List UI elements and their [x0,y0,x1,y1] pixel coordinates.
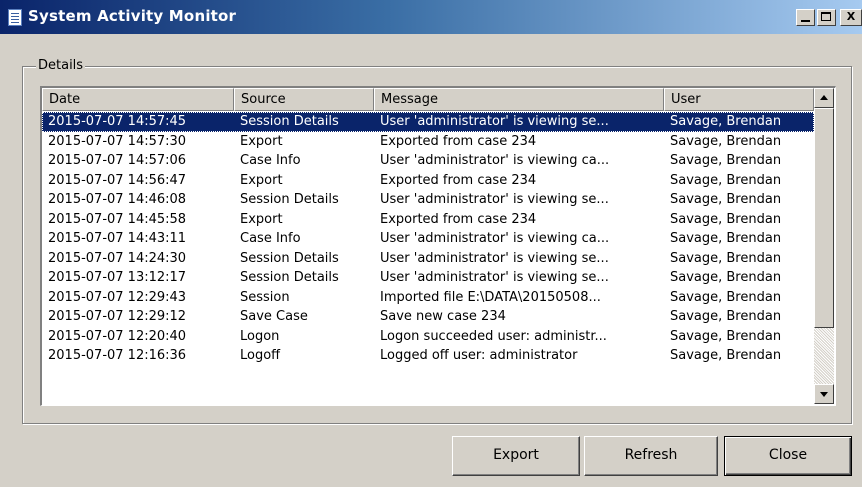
minimize-button[interactable] [796,9,815,26]
cell-user: Savage, Brendan [670,153,782,168]
cell-date: 2015-07-07 14:57:06 [48,153,187,168]
cell-source: Session [240,289,290,305]
column-header-source[interactable]: Source [234,88,374,111]
cell-date: 2015-07-07 14:46:08 [48,192,187,207]
cell-date: 2015-07-07 14:24:30 [48,250,187,266]
cell-source: Export [240,133,283,149]
cell-message: Exported from case 234 [380,211,537,227]
cell-message: Exported from case 234 [380,133,537,149]
table-row[interactable]: 2015-07-07 12:29:43 Session Imported file … [42,288,814,308]
cell-source: Export [240,172,283,188]
cell-message: Save new case 234 [380,309,506,324]
table-row[interactable]: 2015-07-07 14:57:45 Session Details User '… [42,112,814,132]
cell-source: Case Info [240,153,301,168]
title-bar[interactable]: System Activity Monitor X [0,0,862,34]
cell-user: Savage, Brendan [670,270,782,285]
arrow-up-icon [820,95,828,100]
refresh-button[interactable]: Refresh [584,436,718,476]
cell-user: Savage, Brendan [670,114,782,129]
cell-source: Session Details [240,250,339,266]
cell-date: 2015-07-07 14:45:58 [48,211,187,227]
scroll-down-button[interactable] [814,384,834,404]
cell-message: User 'administrator' is viewing se... [380,192,609,207]
table-row[interactable]: 2015-07-07 14:24:30 Session Details User '… [42,249,814,269]
table-row[interactable]: 2015-07-07 13:12:17 Session Details User '… [42,268,814,288]
arrow-down-icon [820,392,828,397]
cell-source: Logon [240,328,280,344]
close-window-button[interactable]: X [840,9,862,26]
vertical-scrollbar[interactable] [814,88,834,404]
close-button[interactable]: Close [724,436,852,476]
maximize-icon [821,12,831,21]
cell-user: Savage, Brendan [670,133,782,149]
table-row[interactable]: 2015-07-07 14:46:08 Session Details User '… [42,190,814,210]
cell-source: Logoff [240,348,281,363]
cell-source: Session Details [240,192,339,207]
close-icon: X [846,10,856,23]
cell-date: 2015-07-07 14:56:47 [48,172,187,188]
cell-message: Logged off user: administrator [380,348,578,363]
cell-message: User 'administrator' is viewing se... [380,250,609,266]
cell-message: Imported file E:\DATA\20150508... [380,289,601,305]
window-title: System Activity Monitor [28,7,237,25]
maximize-button[interactable] [817,9,836,26]
cell-user: Savage, Brendan [670,250,782,266]
cell-user: Savage, Brendan [670,172,782,188]
cell-user: Savage, Brendan [670,211,782,227]
cell-date: 2015-07-07 14:57:30 [48,133,187,149]
export-button[interactable]: Export [452,436,580,476]
activity-list[interactable]: Date Source Message User 2015-07-07 14:5… [40,86,836,406]
cell-message: User 'administrator' is viewing se... [380,270,609,285]
table-row[interactable]: 2015-07-07 12:16:36 Logoff Logged off user… [42,346,814,366]
cell-message: User 'administrator' is viewing ca... [380,231,610,246]
cell-user: Savage, Brendan [670,192,782,207]
table-row[interactable]: 2015-07-07 14:57:06 Case Info User 'admini… [42,151,814,171]
cell-source: Export [240,211,283,227]
scroll-track[interactable] [814,328,834,384]
table-row[interactable]: 2015-07-07 12:20:40 Logon Logon succeeded … [42,327,814,347]
table-row[interactable]: 2015-07-07 14:56:47 Export Exported from c… [42,171,814,191]
cell-date: 2015-07-07 13:12:17 [48,270,187,285]
system-activity-monitor-window: System Activity Monitor X Details Date S… [0,0,862,487]
table-row[interactable]: 2015-07-07 14:43:11 Case Info User 'admini… [42,229,814,249]
cell-user: Savage, Brendan [670,309,782,324]
cell-message: Exported from case 234 [380,172,537,188]
cell-date: 2015-07-07 14:57:45 [48,114,187,129]
column-header-user[interactable]: User [664,88,814,111]
table-row[interactable]: 2015-07-07 14:57:30 Export Exported from c… [42,132,814,152]
minimize-icon [801,20,810,22]
cell-message: User 'administrator' is viewing se... [380,114,609,129]
cell-date: 2015-07-07 12:20:40 [48,328,187,344]
details-group-label: Details [36,58,86,73]
cell-message: User 'administrator' is viewing ca... [380,153,610,168]
cell-source: Save Case [240,309,308,324]
scroll-thumb[interactable] [814,108,834,328]
cell-date: 2015-07-07 12:29:43 [48,289,187,305]
cell-source: Session Details [240,114,339,129]
column-header-date[interactable]: Date [42,88,234,111]
cell-source: Case Info [240,231,301,246]
scroll-up-button[interactable] [814,88,834,108]
cell-source: Session Details [240,270,339,285]
cell-user: Savage, Brendan [670,328,782,344]
column-header-message[interactable]: Message [374,88,664,111]
cell-date: 2015-07-07 12:16:36 [48,348,187,363]
app-document-icon [8,9,22,26]
cell-date: 2015-07-07 14:43:11 [48,231,187,246]
cell-user: Savage, Brendan [670,231,782,246]
cell-date: 2015-07-07 12:29:12 [48,309,187,324]
cell-user: Savage, Brendan [670,348,782,363]
table-row[interactable]: 2015-07-07 12:29:12 Save Case Save new cas… [42,307,814,327]
cell-message: Logon succeeded user: administr... [380,328,607,344]
table-row[interactable]: 2015-07-07 14:45:58 Export Exported from c… [42,210,814,230]
cell-user: Savage, Brendan [670,289,782,305]
